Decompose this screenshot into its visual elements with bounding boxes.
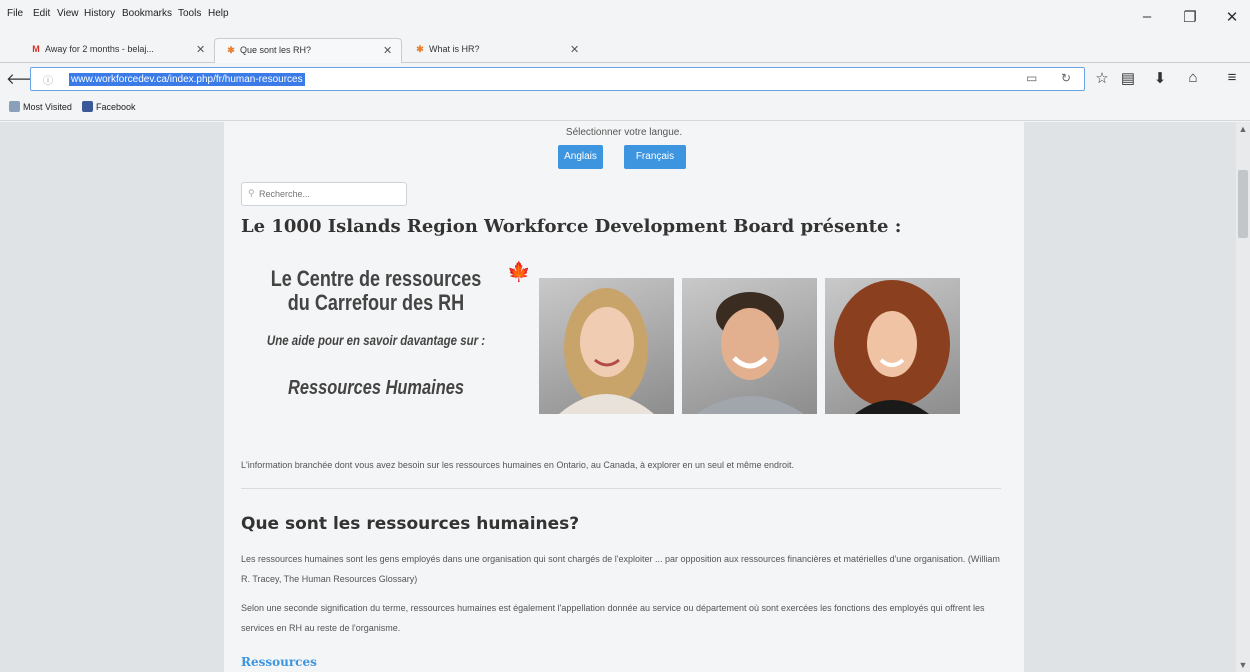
tab-que-sont-les-rh[interactable]: ✱ Que sont les RH? ✕ (214, 38, 402, 63)
bookmark-facebook[interactable]: Facebook (82, 101, 136, 112)
photo-man-smiling (682, 278, 817, 414)
menu-bar: File Edit View History Bookmarks Tools H… (0, 0, 1250, 34)
french-button[interactable]: Français (624, 145, 686, 169)
menu-edit[interactable]: Edit (33, 8, 50, 19)
person-illustration (834, 280, 950, 414)
back-arrow-icon[interactable]: 🡐 (6, 69, 46, 88)
page-viewport: Sélectionner votre langue. Anglais Franç… (0, 122, 1236, 672)
menu-bookmarks[interactable]: Bookmarks (122, 8, 172, 19)
hr-resource-centre-banner: Le Centre de ressources du Carrefour des… (241, 260, 971, 420)
restore-button[interactable]: ❐ (1175, 8, 1205, 26)
facebook-icon (82, 101, 93, 112)
page-title: Le 1000 Islands Region Workforce Develop… (241, 216, 902, 237)
vertical-scrollbar[interactable]: ▲ ▼ (1236, 122, 1250, 672)
tab-strip: M Away for 2 months - belaj... ✕ ✱ Que son… (0, 34, 1250, 88)
person-illustration (559, 288, 654, 414)
downloads-icon[interactable]: ⬇ (1150, 69, 1170, 87)
reload-icon[interactable]: ↻ (1061, 71, 1071, 85)
minimize-button[interactable]: – (1132, 8, 1162, 25)
browser-chrome: File Edit View History Bookmarks Tools H… (0, 0, 1250, 122)
search-icon: ⚲ (248, 188, 255, 198)
tab-label: Away for 2 months - belaj... (45, 44, 154, 54)
menu-view[interactable]: View (57, 8, 79, 19)
paragraph-definition: Les ressources humaines sont les gens em… (241, 554, 1000, 584)
bookmark-label: Most Visited (23, 102, 72, 112)
close-window-button[interactable]: ✕ (1217, 8, 1247, 26)
search-input[interactable] (259, 186, 399, 202)
library-icon[interactable]: ▤ (1118, 69, 1138, 87)
bookmark-most-visited[interactable]: Most Visited (9, 101, 72, 112)
tab-close-icon[interactable]: ✕ (196, 43, 205, 56)
photo-woman-blonde (539, 278, 674, 414)
bookmarks-toolbar: Most Visited Facebook (0, 95, 1250, 121)
scroll-up-arrow-icon[interactable]: ▲ (1236, 122, 1250, 136)
joomla-icon: ✱ (416, 44, 424, 54)
resources-link[interactable]: Ressources (241, 655, 317, 669)
tab-close-icon[interactable]: ✕ (570, 43, 579, 56)
banner-line-2: du Carrefour des RH (287, 290, 465, 315)
search-box[interactable]: ⚲ (241, 182, 407, 206)
most-visited-icon (9, 101, 20, 112)
reader-view-icon[interactable]: ▭ (1026, 71, 1037, 85)
tab-label: Que sont les RH? (240, 45, 312, 55)
banner-line-4: Ressources Humaines (288, 377, 464, 399)
page-content: Sélectionner votre langue. Anglais Franç… (224, 122, 1024, 672)
person-illustration (696, 292, 804, 414)
home-icon[interactable]: ⌂ (1183, 69, 1203, 86)
menu-history[interactable]: History (84, 8, 115, 19)
photo-woman-curly (825, 278, 960, 414)
banner-line-1: Le Centre de ressources (270, 266, 482, 291)
paragraph-second-meaning: Selon une seconde signification du terme… (241, 603, 985, 633)
bookmark-star-icon[interactable]: ☆ (1092, 69, 1112, 87)
bookmark-label: Facebook (96, 102, 136, 112)
site-info-icon[interactable]: ⓘ (43, 72, 53, 87)
tab-what-is-hr[interactable]: ✱ What is HR? ✕ (404, 38, 594, 63)
navigation-bar: 🡐 ⓘ www.workforcedev.ca/index.php/fr/hum… (0, 63, 1250, 95)
tab-gmail[interactable]: M Away for 2 months - belaj... ✕ (20, 38, 212, 63)
language-prompt: Sélectionner votre langue. (565, 127, 683, 138)
divider (241, 488, 1001, 489)
maple-leaf-icon: 🍁 (507, 262, 531, 283)
menu-help[interactable]: Help (208, 8, 229, 19)
menu-tools[interactable]: Tools (178, 8, 201, 19)
intro-text: L'information branchée dont vous avez be… (241, 460, 795, 470)
url-bar[interactable]: ⓘ www.workforcedev.ca/index.php/fr/human… (30, 67, 1085, 91)
scroll-down-arrow-icon[interactable]: ▼ (1236, 658, 1250, 672)
banner-line-3: Une aide pour en savoir davantage sur : (266, 332, 486, 348)
tab-label: What is HR? (429, 44, 480, 54)
url-text[interactable]: www.workforcedev.ca/index.php/fr/human-r… (69, 73, 305, 86)
joomla-icon: ✱ (227, 45, 235, 55)
menu-file[interactable]: File (7, 8, 23, 19)
section-heading: Que sont les ressources humaines? (241, 514, 580, 534)
hamburger-menu-icon[interactable]: ≡ (1222, 69, 1242, 86)
tab-close-icon[interactable]: ✕ (383, 44, 392, 57)
gmail-icon: M (32, 44, 40, 54)
english-button[interactable]: Anglais (558, 145, 603, 169)
scroll-thumb[interactable] (1238, 170, 1248, 238)
